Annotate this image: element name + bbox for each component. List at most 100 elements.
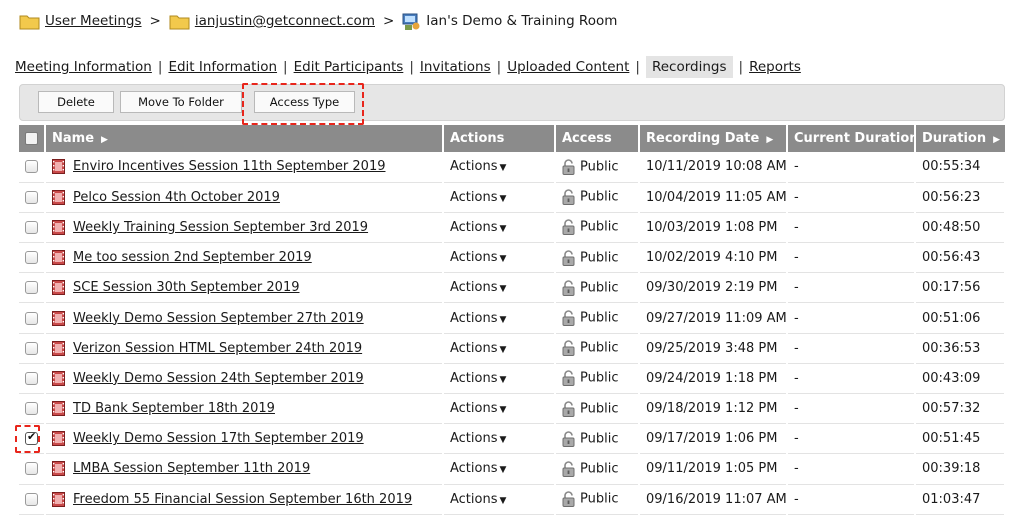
actions-cell[interactable]: Actions ▼ [443,242,556,274]
access-cell: Public [555,453,640,485]
access-cell: Public [555,182,640,213]
recording-name-link[interactable]: Weekly Demo Session September 27th 2019 [73,311,364,326]
recording-name-link[interactable]: SCE Session 30th September 2019 [73,280,300,295]
duration-cell: 00:39:18 [915,453,1006,485]
actions-menu-label[interactable]: Actions [450,461,498,476]
actions-menu-label[interactable]: Actions [450,159,498,174]
recording-icon [52,401,65,417]
column-duration[interactable]: Duration ▶ [915,125,1005,152]
duration-cell: 00:56:43 [915,242,1006,274]
actions-menu-label[interactable]: Actions [450,492,498,507]
duration-cell: 00:55:34 [915,152,1006,183]
table-row: Freedom 55 Financial Session September 1… [19,484,1006,515]
tab-meeting-information[interactable]: Meeting Information [15,59,152,75]
actions-cell[interactable]: Actions ▼ [443,272,556,304]
breadcrumb-user-meetings[interactable]: User Meetings [45,13,142,29]
tab-separator: | [738,59,744,75]
row-checkbox[interactable] [25,311,38,325]
actions-cell[interactable]: Actions ▼ [443,212,556,244]
actions-cell[interactable]: Actions ▼ [443,333,556,364]
row-checkbox[interactable] [25,371,38,385]
column-current-duration: Current Duration [787,125,916,152]
recording-name-link[interactable]: Weekly Training Session September 3rd 20… [73,220,368,235]
actions-menu-label[interactable]: Actions [450,250,498,265]
row-checkbox[interactable] [25,190,38,204]
recording-date-cell: 10/11/2019 10:08 AM [639,152,788,183]
recording-name-link[interactable]: Freedom 55 Financial Session September 1… [73,492,412,507]
actions-menu-label[interactable]: Actions [450,341,498,356]
access-type-button[interactable]: Access Type [254,91,355,113]
actions-cell[interactable]: Actions ▼ [443,393,556,425]
access-cell: Public [555,393,640,425]
actions-menu-label[interactable]: Actions [450,190,498,205]
row-checkbox[interactable] [25,281,38,295]
column-name[interactable]: Name ▶ [45,125,444,152]
breadcrumb-user-folder[interactable]: ianjustin@getconnect.com [195,13,375,29]
row-checkbox[interactable] [25,492,38,506]
delete-button[interactable]: Delete [38,91,114,113]
current-duration-cell: - [787,212,916,244]
recording-name-link[interactable]: Weekly Demo Session 17th September 2019 [73,431,364,446]
row-select-cell [19,212,46,244]
actions-cell[interactable]: Actions ▼ [443,302,556,334]
recording-name-link[interactable]: Weekly Demo Session 24th September 2019 [73,371,364,386]
duration-cell: 00:48:50 [915,212,1006,244]
access-type-label: Public [580,189,619,205]
table-row: Me too session 2nd September 2019 Actions… [19,242,1006,274]
row-checkbox[interactable] [25,160,38,174]
access-type-label: Public [580,461,619,477]
actions-menu-label[interactable]: Actions [450,401,498,416]
tab-edit-participants[interactable]: Edit Participants [294,59,404,75]
access-cell: Public [555,333,640,364]
tab-uploaded-content[interactable]: Uploaded Content [507,59,629,75]
actions-cell[interactable]: Actions ▼ [443,152,556,183]
breadcrumb-room-title: Ian's Demo & Training Room [426,13,618,29]
recording-name-link[interactable]: Pelco Session 4th October 2019 [73,190,280,205]
row-checkbox[interactable] [25,251,38,265]
actions-cell[interactable]: Actions ▼ [443,423,556,455]
tab-invitations[interactable]: Invitations [420,59,491,75]
row-checkbox[interactable] [25,402,38,416]
recording-name-link[interactable]: LMBA Session September 11th 2019 [73,461,310,476]
actions-menu-label[interactable]: Actions [450,311,498,326]
recording-name-link[interactable]: Me too session 2nd September 2019 [73,250,312,265]
row-checkbox[interactable] [25,462,38,476]
recording-icon [52,189,65,205]
current-duration-cell: - [787,242,916,274]
recording-name-link[interactable]: Enviro Incentives Session 11th September… [73,159,385,174]
actions-menu-label[interactable]: Actions [450,431,498,446]
actions-cell[interactable]: Actions ▼ [443,484,556,515]
caret-down-icon: ▼ [499,495,507,506]
recording-date-cell: 09/17/2019 1:06 PM [639,423,788,455]
actions-menu-label[interactable]: Actions [450,280,498,295]
recording-name-cell: SCE Session 30th September 2019 [45,272,444,304]
tab-recordings[interactable]: Recordings [645,56,733,78]
access-cell: Public [555,484,640,515]
recording-name-cell: TD Bank September 18th 2019 [45,393,444,425]
recording-date-cell: 09/11/2019 1:05 PM [639,453,788,485]
actions-cell[interactable]: Actions ▼ [443,363,556,395]
column-recording-date[interactable]: Recording Date ▶ [639,125,788,152]
row-checkbox[interactable] [25,220,38,234]
lock-icon [562,370,575,387]
row-checkbox[interactable] [25,430,38,446]
folder-icon [19,15,40,29]
recording-name-link[interactable]: Verizon Session HTML September 24th 2019 [73,341,362,356]
recording-icon [52,491,65,507]
recording-name-link[interactable]: TD Bank September 18th 2019 [73,401,275,416]
recording-name-cell: Me too session 2nd September 2019 [45,242,444,274]
recording-date-cell: 09/18/2019 1:12 PM [639,393,788,425]
row-select-cell [19,453,46,485]
row-checkbox[interactable] [25,341,38,355]
actions-cell[interactable]: Actions ▼ [443,453,556,485]
move-to-folder-button[interactable]: Move To Folder [120,91,242,113]
select-all-checkbox[interactable] [25,132,38,145]
actions-menu-label[interactable]: Actions [450,371,498,386]
tab-edit-information[interactable]: Edit Information [168,59,277,75]
tab-reports[interactable]: Reports [749,59,801,75]
current-duration-cell: - [787,363,916,395]
actions-cell[interactable]: Actions ▼ [443,182,556,213]
current-duration-cell: - [787,302,916,334]
current-duration-cell: - [787,272,916,304]
actions-menu-label[interactable]: Actions [450,220,498,235]
